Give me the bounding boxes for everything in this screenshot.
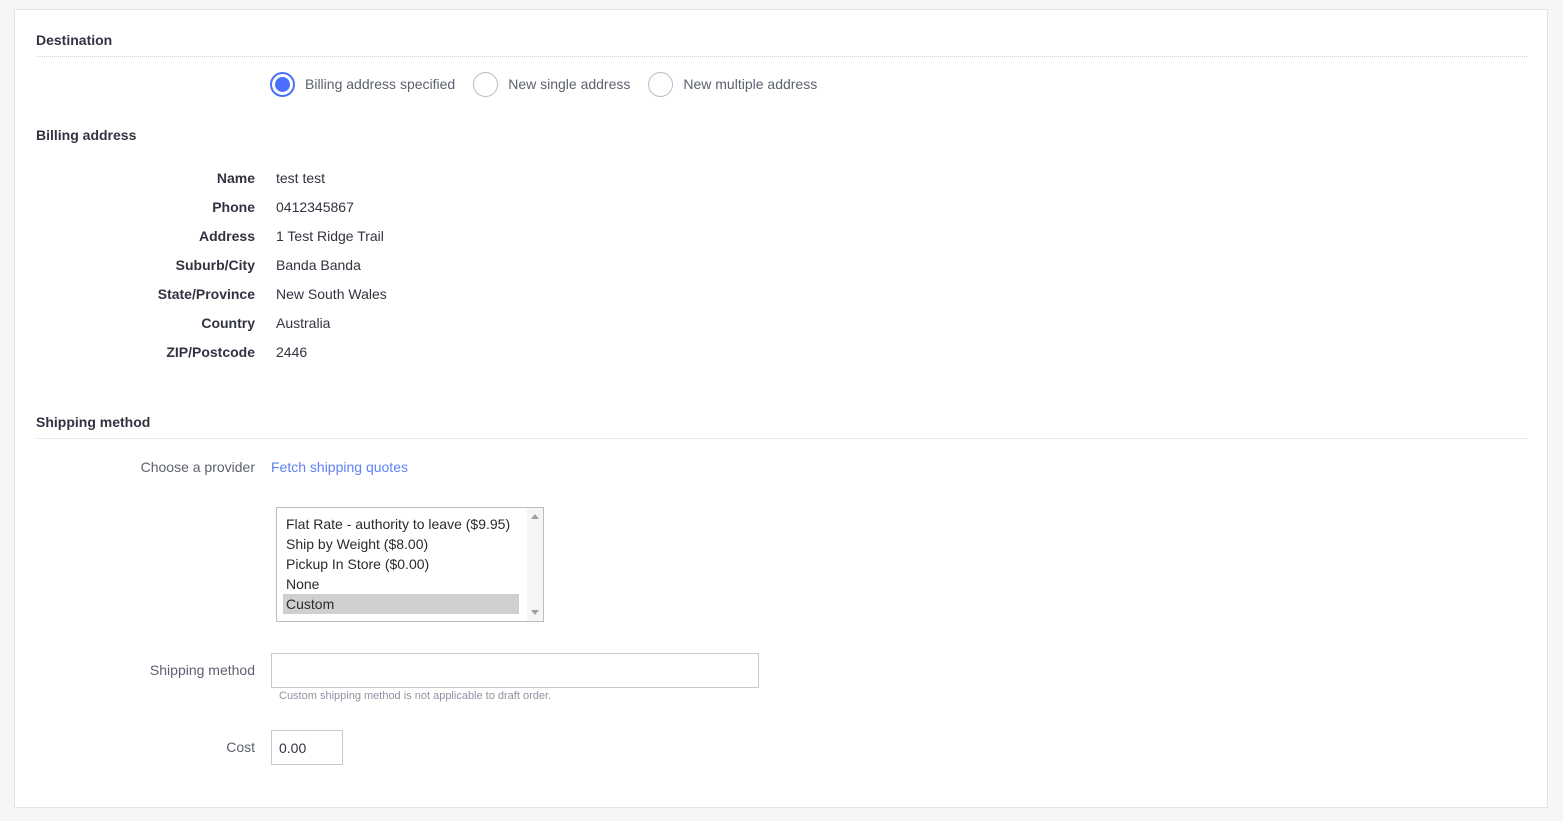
billing-row-city: Suburb/City Banda Banda [15, 257, 615, 277]
billing-label-phone: Phone [212, 199, 255, 215]
billing-value-postcode: 2446 [276, 344, 308, 360]
billing-value-city: Banda Banda [276, 257, 361, 273]
provider-option[interactable]: Flat Rate - authority to leave ($9.95) [283, 514, 519, 534]
shipping-method-input[interactable] [271, 653, 759, 688]
shipping-method-label: Shipping method [149, 662, 255, 678]
billing-value-country: Australia [276, 315, 331, 331]
cost-input[interactable] [271, 730, 343, 765]
radio-billing-address-specified[interactable]: Billing address specified [270, 71, 456, 97]
billing-value-name: test test [276, 170, 326, 186]
billing-row-country: Country Australia [15, 315, 615, 335]
billing-row-state: State/Province New South Wales [15, 286, 615, 306]
radio-new-multiple-address[interactable]: New multiple address [648, 71, 818, 97]
provider-label: Choose a provider [140, 459, 255, 475]
destination-divider [36, 56, 1527, 57]
radio-label-billing: Billing address specified [305, 76, 456, 92]
radio-checked-icon[interactable] [270, 71, 295, 97]
billing-row-postcode: ZIP/Postcode 2446 [15, 344, 615, 364]
radio-label-single: New single address [508, 76, 631, 92]
billing-heading: Billing address [36, 127, 137, 143]
billing-row-phone: Phone 0412345867 [15, 199, 615, 219]
fetch-shipping-quotes-link[interactable]: Fetch shipping quotes [271, 459, 408, 475]
billing-label-name: Name [216, 170, 255, 186]
shipping-heading: Shipping method [36, 414, 151, 430]
billing-label-postcode: ZIP/Postcode [166, 344, 255, 360]
radio-new-single-address[interactable]: New single address [473, 71, 631, 97]
billing-label-address: Address [198, 228, 255, 244]
billing-label-city: Suburb/City [175, 257, 255, 273]
provider-option[interactable]: Ship by Weight ($8.00) [283, 534, 519, 554]
billing-label-country: Country [201, 315, 255, 331]
destination-radio-group: Billing address specified New single add… [270, 71, 835, 97]
radio-label-multiple: New multiple address [683, 76, 818, 92]
radio-unchecked-icon[interactable] [648, 71, 674, 97]
billing-value-address: 1 Test Ridge Trail [276, 228, 384, 244]
provider-option[interactable]: Pickup In Store ($0.00) [283, 554, 519, 574]
shipping-method-help: Custom shipping method is not applicable… [279, 690, 552, 702]
order-shipping-panel: Destination Billing address specified Ne… [14, 9, 1548, 808]
provider-option[interactable]: None [283, 574, 519, 594]
destination-heading: Destination [36, 32, 113, 48]
billing-label-state: State/Province [157, 286, 255, 302]
billing-row-address: Address 1 Test Ridge Trail [15, 228, 615, 248]
scroll-down-icon[interactable] [531, 610, 539, 615]
shipping-provider-listbox[interactable]: Flat Rate - authority to leave ($9.95) S… [276, 507, 544, 622]
billing-value-phone: 0412345867 [276, 199, 354, 215]
billing-value-state: New South Wales [276, 286, 387, 302]
listbox-scrollbar[interactable] [527, 508, 543, 621]
billing-row-name: Name test test [15, 170, 615, 190]
radio-unchecked-icon[interactable] [473, 71, 499, 97]
shipping-divider [36, 438, 1527, 439]
provider-option-selected[interactable]: Custom [283, 594, 519, 614]
scroll-up-icon[interactable] [531, 514, 539, 519]
cost-label: Cost [226, 739, 255, 755]
